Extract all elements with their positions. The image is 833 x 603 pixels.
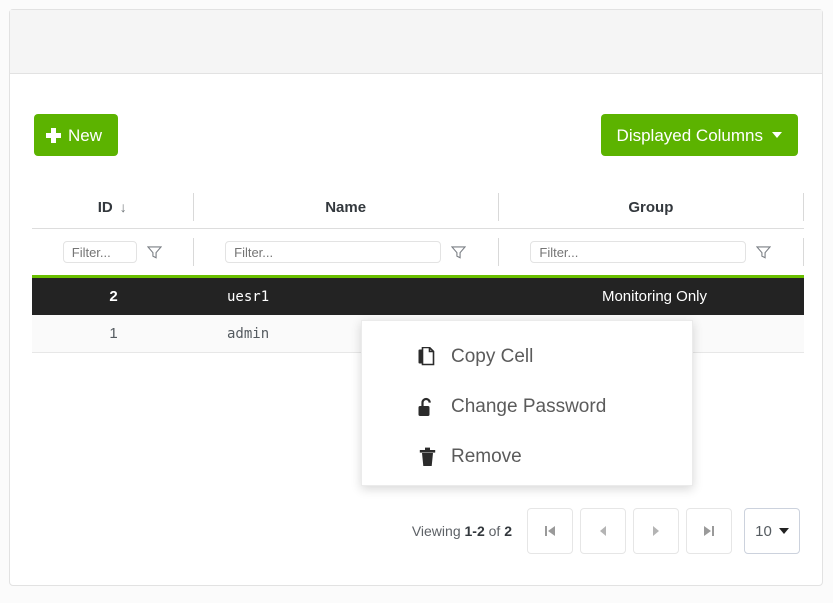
context-menu-item-copy-cell[interactable]: Copy Cell xyxy=(362,332,692,382)
filter-cell-name xyxy=(193,238,498,266)
column-divider xyxy=(803,238,804,266)
next-page-button[interactable] xyxy=(633,508,679,554)
column-header-name-label: Name xyxy=(325,199,366,216)
users-panel: New Displayed Columns ID ↓ Name Group xyxy=(9,9,823,586)
column-header-group[interactable]: Group xyxy=(498,193,803,221)
table-row[interactable]: 2 uesr1 Monitoring Only xyxy=(32,275,804,315)
chevron-down-icon xyxy=(779,528,789,534)
pagination: Viewing 1-2 of 2 xyxy=(10,508,822,554)
filter-input-name[interactable] xyxy=(225,241,441,263)
table-filter-row xyxy=(32,229,804,275)
column-header-group-label: Group xyxy=(628,199,673,216)
new-button[interactable]: New xyxy=(34,114,118,156)
table-header-row: ID ↓ Name Group xyxy=(32,186,804,229)
cell-id[interactable]: 2 xyxy=(32,288,195,305)
first-page-button[interactable] xyxy=(527,508,573,554)
column-header-name[interactable]: Name xyxy=(193,193,498,221)
funnel-icon[interactable] xyxy=(451,246,466,259)
page-size-select[interactable]: 10 xyxy=(744,508,800,554)
displayed-columns-label: Displayed Columns xyxy=(617,127,763,144)
displayed-columns-button[interactable]: Displayed Columns xyxy=(601,114,798,156)
viewing-middle: of xyxy=(485,523,504,539)
filter-input-id[interactable] xyxy=(63,241,137,263)
last-page-icon xyxy=(702,524,716,538)
panel-header xyxy=(10,10,822,74)
plus-icon xyxy=(46,128,61,143)
context-menu-item-label: Change Password xyxy=(451,396,606,418)
context-menu-item-label: Remove xyxy=(451,446,522,468)
filter-input-group[interactable] xyxy=(530,241,746,263)
funnel-icon[interactable] xyxy=(756,246,771,259)
column-header-id-label: ID xyxy=(98,199,113,216)
new-button-label: New xyxy=(68,127,102,144)
trash-icon xyxy=(417,447,437,468)
copy-icon xyxy=(417,347,437,368)
context-menu: Copy Cell Change Password Remove xyxy=(361,320,693,486)
cell-group[interactable]: Monitoring Only xyxy=(505,288,804,305)
filter-cell-id xyxy=(32,238,193,266)
next-page-icon xyxy=(651,525,661,537)
previous-page-button[interactable] xyxy=(580,508,626,554)
table-toolbar: New Displayed Columns xyxy=(10,74,822,168)
sort-descending-icon: ↓ xyxy=(120,200,127,214)
cell-id[interactable]: 1 xyxy=(32,325,195,342)
last-page-button[interactable] xyxy=(686,508,732,554)
context-menu-item-change-password[interactable]: Change Password xyxy=(362,382,692,432)
viewing-total: 2 xyxy=(504,523,512,539)
previous-page-icon xyxy=(598,525,608,537)
page-size-value: 10 xyxy=(755,523,772,540)
unlock-icon xyxy=(417,397,437,418)
page-root: New Displayed Columns ID ↓ Name Group xyxy=(0,0,833,603)
viewing-status: Viewing 1-2 of 2 xyxy=(412,523,512,539)
first-page-icon xyxy=(543,524,557,538)
cell-name[interactable]: uesr1 xyxy=(195,289,505,305)
viewing-range: 1-2 xyxy=(465,523,485,539)
chevron-down-icon xyxy=(772,132,782,138)
viewing-prefix: Viewing xyxy=(412,523,465,539)
context-menu-item-label: Copy Cell xyxy=(451,346,533,368)
column-header-id[interactable]: ID ↓ xyxy=(32,193,193,221)
filter-cell-group xyxy=(498,238,803,266)
context-menu-item-remove[interactable]: Remove xyxy=(362,432,692,482)
column-divider xyxy=(803,193,804,221)
funnel-icon[interactable] xyxy=(147,246,162,259)
